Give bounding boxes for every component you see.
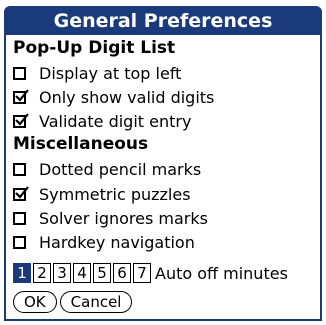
auto-off-minutes-4[interactable]: 4 [73,263,91,283]
dialog-frame-bottom [4,319,322,321]
dialog-title: General Preferences [4,6,322,35]
dialog-frame-left [4,35,6,321]
option-label: Hardkey navigation [39,232,195,252]
auto-off-selector: 1 2 3 4 5 6 7 Auto off minutes [13,261,288,285]
dialog-frame-right [320,35,322,321]
option-hardkey-navigation[interactable]: Hardkey navigation [13,231,195,253]
auto-off-minutes-7[interactable]: 7 [133,263,151,283]
miscellaneous-heading: Miscellaneous [13,134,149,154]
auto-off-minutes-6[interactable]: 6 [113,263,131,283]
option-validate-digit-entry[interactable]: Validate digit entry [13,110,191,132]
auto-off-minutes-3[interactable]: 3 [53,263,71,283]
auto-off-minutes-2[interactable]: 2 [33,263,51,283]
checkbox-checked-icon[interactable] [13,88,29,104]
checkbox-icon[interactable] [13,211,26,225]
option-display-at-top-left[interactable]: Display at top left [13,62,181,84]
option-label: Validate digit entry [39,111,192,131]
option-dotted-pencil-marks[interactable]: Dotted pencil marks [13,158,201,180]
option-solver-ignores-marks[interactable]: Solver ignores marks [13,207,208,229]
option-symmetric-puzzles[interactable]: Symmetric puzzles [13,183,191,205]
option-only-show-valid-digits[interactable]: Only show valid digits [13,86,214,108]
option-label: Display at top left [39,63,182,83]
auto-off-minutes-5[interactable]: 5 [93,263,111,283]
option-label: Only show valid digits [39,87,215,107]
option-label: Solver ignores marks [39,208,208,228]
checkbox-icon[interactable] [13,235,26,249]
option-label: Dotted pencil marks [39,159,202,179]
popup-digit-list-heading: Pop-Up Digit List [13,38,176,58]
option-label: Symmetric puzzles [39,184,191,204]
checkbox-checked-icon[interactable] [13,112,29,128]
auto-off-minutes-1[interactable]: 1 [13,263,31,283]
checkbox-icon[interactable] [13,66,26,80]
cancel-button[interactable]: Cancel [59,291,133,313]
checkbox-icon[interactable] [13,162,26,176]
checkbox-checked-icon[interactable] [13,185,29,201]
ok-button[interactable]: OK [13,291,57,313]
auto-off-label: Auto off minutes [155,263,288,283]
dialog-buttons: OK Cancel [13,291,133,313]
